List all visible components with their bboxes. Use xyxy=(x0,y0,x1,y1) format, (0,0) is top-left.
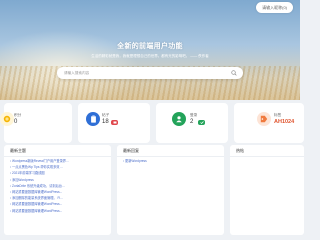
tag-icon xyxy=(111,120,118,125)
list-item[interactable]: 网站重要度数据库管理WordPress... xyxy=(10,208,69,214)
panel-recent-replies: 最新回复 更新Wordpress xyxy=(117,145,224,235)
stat-value: 0 xyxy=(14,119,18,125)
divider xyxy=(230,156,304,157)
person-icon xyxy=(172,112,186,126)
divider xyxy=(117,156,224,157)
panel-latest-topics: 最新主题 Wordpress新版Reveal门户用户登录界... 一点点黑色Wp… xyxy=(4,145,111,235)
stat-card-points[interactable]: 积分 0 xyxy=(0,103,72,143)
hero-title: 全新的前端用户功能 xyxy=(117,43,183,50)
topic-list: Wordpress新版Reveal门户用户登录界... 一点点黑色Wp Tips… xyxy=(10,158,69,214)
divider xyxy=(4,156,111,157)
panel-other: 热帖 xyxy=(230,145,304,235)
stat-label: 标签 xyxy=(274,113,282,117)
stat-label: 积分 xyxy=(14,113,22,117)
clipboard-icon xyxy=(86,112,100,126)
check-icon xyxy=(198,120,205,125)
list-item[interactable]: 网站重要度数据库管理WordPress... xyxy=(10,201,69,207)
search-icon[interactable] xyxy=(231,70,237,76)
hero-subtitle: 生活的精彩就是我，我就是理想自己的世界。都有光的影响吧。 —— 佚作者 xyxy=(91,54,209,58)
stat-card-posts[interactable]: 帖子 18 xyxy=(78,103,150,143)
coin-icon xyxy=(0,112,14,126)
stat-card-tag[interactable]: 标签 AH1024 xyxy=(234,103,304,143)
stat-value: AH1024 xyxy=(274,119,295,125)
stat-value: 18 xyxy=(102,119,109,125)
panel-title: 最新回复 xyxy=(123,148,139,153)
search-input[interactable]: 请输入搜索内容 xyxy=(64,67,89,79)
tag-icon xyxy=(257,112,271,126)
list-item[interactable]: 更新Wordpress xyxy=(123,158,147,164)
stat-label: 登录 xyxy=(190,113,198,117)
stat-label: 帖子 xyxy=(102,113,110,117)
reply-list: 更新Wordpress xyxy=(123,158,147,164)
search-bar[interactable]: 请输入搜索内容 xyxy=(57,67,243,79)
panel-title: 热帖 xyxy=(236,148,244,153)
stat-card-login[interactable]: 登录 2 xyxy=(156,103,228,143)
user-menu-button[interactable]: 请输入昵称(0) xyxy=(256,2,293,13)
stat-value: 2 xyxy=(190,119,194,125)
panel-title: 最新主题 xyxy=(10,148,26,153)
